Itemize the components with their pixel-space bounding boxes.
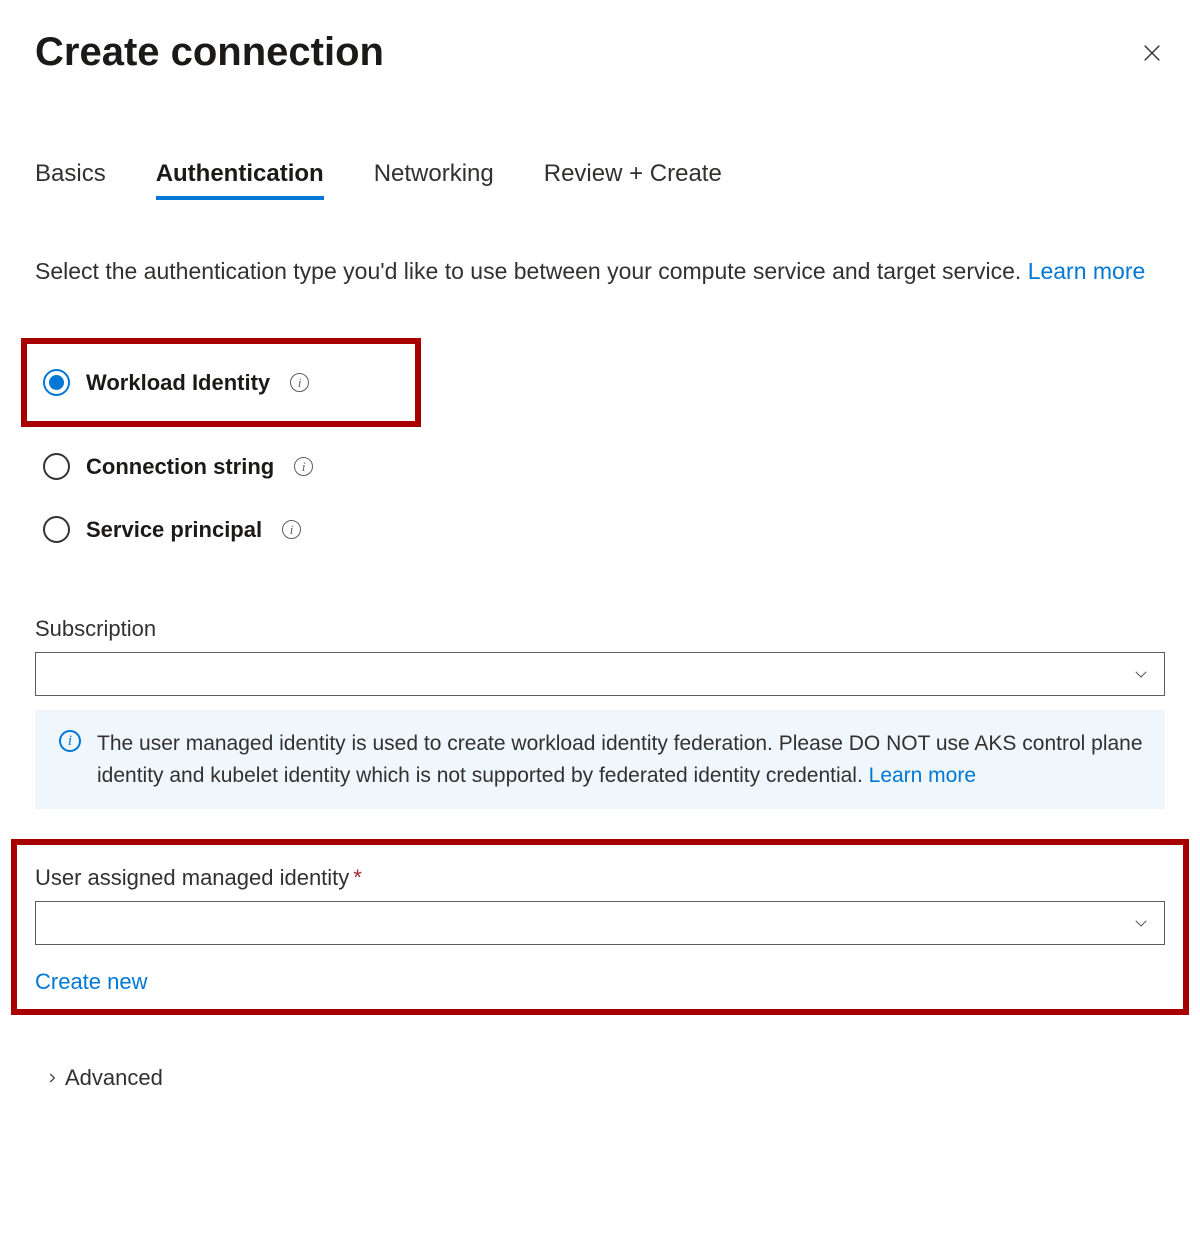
info-learn-more-link[interactable]: Learn more xyxy=(869,764,976,787)
tab-authentication[interactable]: Authentication xyxy=(156,160,324,200)
advanced-toggle[interactable]: Advanced xyxy=(45,1065,1165,1091)
chevron-down-icon xyxy=(1132,665,1150,683)
radio-input[interactable] xyxy=(43,453,70,480)
info-icon[interactable]: i xyxy=(294,457,313,476)
learn-more-link[interactable]: Learn more xyxy=(1028,258,1146,284)
chevron-right-icon xyxy=(45,1071,59,1085)
radio-label: Connection string xyxy=(86,454,274,480)
advanced-label: Advanced xyxy=(65,1065,163,1091)
radio-label: Workload Identity xyxy=(86,370,270,396)
close-icon xyxy=(1141,42,1163,64)
tabs: Basics Authentication Networking Review … xyxy=(35,160,1165,200)
subscription-field: Subscription xyxy=(35,616,1165,696)
radio-input[interactable] xyxy=(43,516,70,543)
close-button[interactable] xyxy=(1139,40,1165,66)
user-identity-label: User assigned managed identity* xyxy=(35,865,1165,891)
tab-review-create[interactable]: Review + Create xyxy=(544,160,722,200)
chevron-down-icon xyxy=(1132,914,1150,932)
info-box-message: The user managed identity is used to cre… xyxy=(97,732,1143,787)
tab-basics[interactable]: Basics xyxy=(35,160,106,200)
user-identity-field: User assigned managed identity* xyxy=(35,865,1165,945)
user-identity-label-text: User assigned managed identity xyxy=(35,865,349,890)
info-icon: i xyxy=(59,730,81,752)
subscription-dropdown[interactable] xyxy=(35,652,1165,696)
description: Select the authentication type you'd lik… xyxy=(35,255,1165,288)
info-icon[interactable]: i xyxy=(290,373,309,392)
create-new-link[interactable]: Create new xyxy=(35,969,148,995)
required-indicator: * xyxy=(353,865,362,890)
radio-service-principal[interactable]: Service principal i xyxy=(35,498,1165,561)
header: Create connection xyxy=(35,30,1165,75)
description-text: Select the authentication type you'd lik… xyxy=(35,258,1028,284)
info-box-icon-wrapper: i xyxy=(55,730,81,791)
info-icon[interactable]: i xyxy=(282,520,301,539)
user-identity-dropdown[interactable] xyxy=(35,901,1165,945)
tab-networking[interactable]: Networking xyxy=(374,160,494,200)
radio-connection-string[interactable]: Connection string i xyxy=(35,435,1165,498)
user-identity-section: User assigned managed identity* Create n… xyxy=(11,839,1189,1015)
radio-workload-identity[interactable]: Workload Identity i xyxy=(21,338,421,427)
auth-type-radio-group: Workload Identity i Connection string i … xyxy=(35,338,1165,561)
info-box: i The user managed identity is used to c… xyxy=(35,710,1165,809)
info-box-text: The user managed identity is used to cre… xyxy=(97,728,1145,791)
page-title: Create connection xyxy=(35,30,384,75)
radio-input[interactable] xyxy=(43,369,70,396)
subscription-label: Subscription xyxy=(35,616,1165,642)
radio-label: Service principal xyxy=(86,517,262,543)
